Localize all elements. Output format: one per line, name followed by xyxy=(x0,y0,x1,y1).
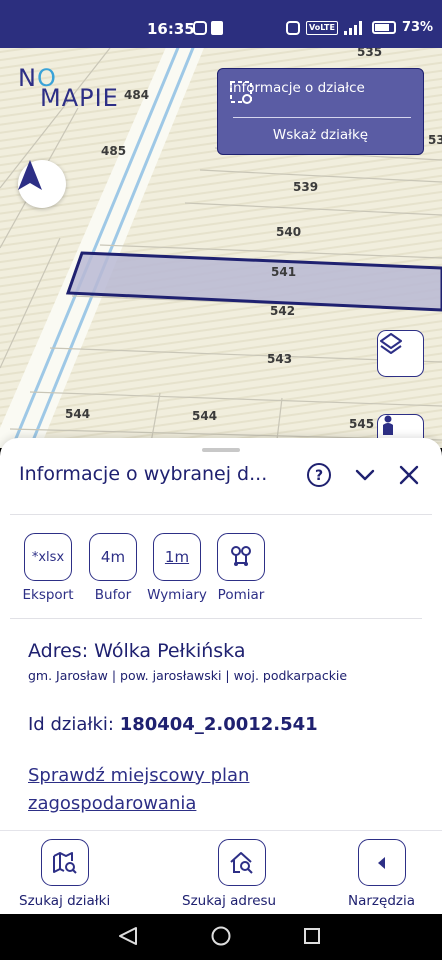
person-icon xyxy=(383,415,393,435)
parcel-label-selected: 541 xyxy=(271,265,296,279)
divider xyxy=(10,514,432,515)
layers-icon xyxy=(380,333,402,354)
parcel-details-sheet: Informacje o wybranej d... ? *xlsx Ekspo… xyxy=(0,438,442,830)
parcel-id-label: Id działki: xyxy=(28,714,120,735)
parcel-label: 539 xyxy=(293,180,318,194)
compass-button[interactable] xyxy=(18,160,66,208)
select-area-icon xyxy=(230,81,252,104)
help-icon[interactable]: ? xyxy=(306,462,332,488)
tools-nav[interactable]: Narzędzia xyxy=(348,839,415,909)
map-view[interactable]: 535 484 485 539 540 541 542 543 544 544 … xyxy=(0,48,442,448)
parcel-label: 484 xyxy=(124,88,149,102)
status-bar: 16:35 VoLTE 73% xyxy=(0,0,442,48)
signal-icon xyxy=(343,20,362,35)
home-icon[interactable] xyxy=(211,926,231,946)
export-tool[interactable]: *xlsx Eksport xyxy=(19,533,77,603)
battery-percent: 73% xyxy=(401,20,434,35)
parcel-id-value: 180404_2.0012.541 xyxy=(119,714,318,735)
point-parcel-button[interactable]: Wskaż działkę xyxy=(218,127,423,143)
system-navigation-bar xyxy=(0,914,442,960)
svg-text:?: ? xyxy=(315,468,323,484)
parcel-label: 543 xyxy=(267,352,292,366)
address-title: Adres: Wólka Pełkińska xyxy=(28,640,246,662)
parcel-id: Id działki: 180404_2.0012.541 xyxy=(28,714,318,735)
layers-button[interactable] xyxy=(377,330,424,377)
parcel-label: 544 xyxy=(65,407,90,421)
nfc-icon xyxy=(286,20,300,35)
shopping-bag-icon xyxy=(211,21,223,35)
measure-icon[interactable] xyxy=(217,533,265,581)
parcel-info-panel: Informacje o działce Wskaż działkę xyxy=(217,68,424,155)
instagram-icon xyxy=(193,21,207,35)
map-search-icon[interactable] xyxy=(40,839,89,886)
north-arrow-icon xyxy=(18,160,42,190)
buffer-tool[interactable]: 4m Bufor xyxy=(81,533,145,603)
export-xlsx-icon[interactable]: *xlsx xyxy=(24,533,72,581)
search-address-nav[interactable]: Szukaj adresu xyxy=(182,839,276,909)
parcel-label: 53 xyxy=(428,133,442,147)
status-time: 16:35 xyxy=(147,20,195,38)
search-parcel-nav[interactable]: Szukaj działki xyxy=(19,839,110,909)
tools-row: *xlsx Eksport 4m Bufor 1m Wymiary Pomiar xyxy=(19,533,273,603)
measure-tool[interactable]: Pomiar xyxy=(209,533,273,603)
divider xyxy=(10,618,422,619)
dimensions-icon[interactable]: 1m xyxy=(153,533,201,581)
address-subtitle: gm. Jarosław | pow. jarosławski | woj. p… xyxy=(28,668,348,683)
collapse-chevron-icon[interactable] xyxy=(354,464,376,486)
volte-icon: VoLTE xyxy=(306,20,338,35)
battery-icon xyxy=(371,21,396,34)
dimensions-tool[interactable]: 1m Wymiary xyxy=(145,533,209,603)
recents-icon[interactable] xyxy=(304,928,320,944)
divider xyxy=(233,117,411,118)
parcel-label: 535 xyxy=(357,48,382,59)
buffer-icon[interactable]: 4m xyxy=(89,533,137,581)
close-icon[interactable] xyxy=(398,464,420,486)
parcel-label: 542 xyxy=(270,304,295,318)
parcel-label: 540 xyxy=(276,225,301,239)
back-icon[interactable] xyxy=(119,927,137,945)
parcel-info-button[interactable]: Informacje o działce xyxy=(229,80,365,104)
parcel-label: 544 xyxy=(192,409,217,423)
drag-handle[interactable] xyxy=(202,448,240,452)
sheet-title: Informacje o wybranej d... xyxy=(19,463,268,485)
parcel-label: 545 xyxy=(349,417,374,431)
parcel-label: 485 xyxy=(101,144,126,158)
chevron-left-icon[interactable] xyxy=(357,839,406,886)
zoning-plan-link[interactable]: Sprawdź miejscowy plan zagospodarowania xyxy=(28,762,249,818)
app-logo: NO MAPIE xyxy=(18,64,119,112)
bottom-navigation: Szukaj działki Szukaj adresu Narzędzia xyxy=(0,830,442,914)
home-search-icon[interactable] xyxy=(218,839,267,886)
